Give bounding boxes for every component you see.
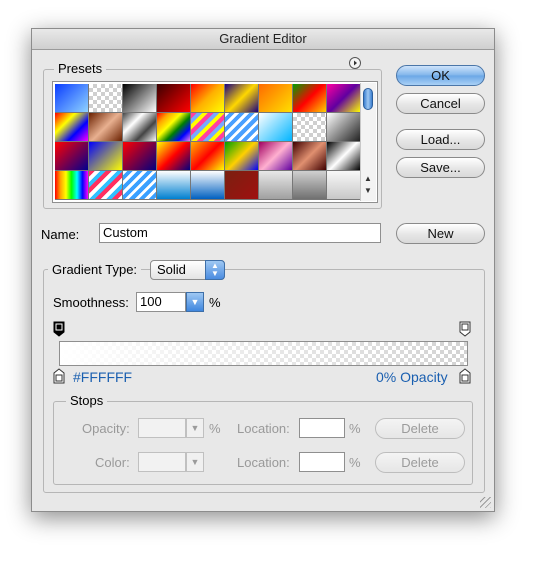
- name-field[interactable]: Custom: [99, 223, 381, 243]
- preset-swatch[interactable]: [293, 84, 327, 113]
- end-opacity-label: 0% Opacity: [376, 369, 448, 385]
- preset-swatch[interactable]: [123, 142, 157, 171]
- preset-swatch[interactable]: [191, 171, 225, 200]
- color-location-label: Location:: [237, 455, 290, 470]
- preset-swatch[interactable]: [191, 142, 225, 171]
- preset-swatch[interactable]: [293, 113, 327, 142]
- ok-button[interactable]: OK: [396, 65, 485, 86]
- preset-swatch[interactable]: [191, 84, 225, 113]
- color-stop-right-icon[interactable]: [459, 368, 471, 384]
- new-button[interactable]: New: [396, 223, 485, 244]
- preset-swatch[interactable]: [259, 171, 293, 200]
- preset-swatch[interactable]: [327, 171, 361, 200]
- preset-swatch[interactable]: [157, 113, 191, 142]
- opacity-location-unit: %: [349, 421, 361, 436]
- preset-swatch[interactable]: [55, 84, 89, 113]
- resize-grip-icon[interactable]: [480, 497, 491, 508]
- preset-swatch[interactable]: [191, 113, 225, 142]
- preset-swatch[interactable]: [89, 142, 123, 171]
- preset-swatch[interactable]: [55, 171, 89, 200]
- preset-swatch[interactable]: [123, 113, 157, 142]
- color-stop-left-icon[interactable]: [53, 368, 65, 384]
- presets-legend: Presets: [54, 61, 107, 76]
- start-color-label: #FFFFFF: [73, 369, 133, 385]
- preset-swatch[interactable]: [293, 171, 327, 200]
- opacity-unit: %: [209, 421, 221, 436]
- opacity-field[interactable]: [138, 418, 186, 438]
- opacity-stop-right-icon[interactable]: [459, 321, 471, 337]
- circle-arrow-right-icon[interactable]: [349, 57, 361, 69]
- opacity-label: Opacity:: [82, 421, 130, 436]
- color-dropdown-arrow-icon[interactable]: ▼: [186, 452, 204, 472]
- load-button[interactable]: Load...: [396, 129, 485, 150]
- preset-swatch[interactable]: [259, 113, 293, 142]
- scroll-up-arrow-icon[interactable]: ▲: [364, 175, 372, 183]
- opacity-dropdown-arrow-icon[interactable]: ▼: [186, 418, 204, 438]
- smoothness-unit: %: [209, 295, 221, 310]
- preset-swatch[interactable]: [225, 84, 259, 113]
- smoothness-label: Smoothness:: [53, 295, 129, 310]
- preset-swatch[interactable]: [157, 84, 191, 113]
- preset-swatch[interactable]: [123, 84, 157, 113]
- scrollbar-thumb[interactable]: [363, 88, 373, 110]
- preset-swatch[interactable]: [157, 142, 191, 171]
- scroll-down-arrow-icon[interactable]: ▼: [364, 187, 372, 195]
- preset-swatch[interactable]: [89, 84, 123, 113]
- preset-swatch[interactable]: [225, 113, 259, 142]
- preset-swatch[interactable]: [259, 84, 293, 113]
- cancel-button[interactable]: Cancel: [396, 93, 485, 114]
- preset-swatch[interactable]: [55, 142, 89, 171]
- preset-swatch[interactable]: [89, 171, 123, 200]
- window-title: Gradient Editor: [32, 29, 494, 50]
- preset-swatch[interactable]: [89, 113, 123, 142]
- preset-swatch[interactable]: [327, 84, 361, 113]
- smoothness-field[interactable]: 100: [136, 292, 186, 312]
- gradient-type-select[interactable]: Solid ▲ ▼: [150, 260, 225, 280]
- preset-swatch[interactable]: [327, 113, 361, 142]
- updown-arrows-icon: ▲ ▼: [205, 260, 225, 280]
- smoothness-dropdown-arrow-icon[interactable]: ▼: [186, 292, 204, 312]
- stops-legend: Stops: [66, 393, 108, 408]
- color-label: Color:: [95, 455, 130, 470]
- presets-scrollbar[interactable]: ▲ ▼: [360, 83, 376, 201]
- gradient-type-value: Solid: [157, 262, 186, 277]
- color-location-unit: %: [349, 455, 361, 470]
- preset-swatch[interactable]: [225, 142, 259, 171]
- opacity-stop-left-icon[interactable]: [53, 321, 65, 337]
- preset-swatch[interactable]: [55, 113, 89, 142]
- preset-swatch[interactable]: [293, 142, 327, 171]
- preset-swatch[interactable]: [327, 142, 361, 171]
- preset-swatch[interactable]: [225, 171, 259, 200]
- preset-swatch[interactable]: [259, 142, 293, 171]
- opacity-location-field[interactable]: [299, 418, 345, 438]
- gradient-editor-window: Gradient Editor Presets ▲ ▼ OK Cancel Lo…: [31, 28, 495, 512]
- color-delete-button[interactable]: Delete: [375, 452, 465, 473]
- preset-swatch[interactable]: [157, 171, 191, 200]
- gradient-preview-bar[interactable]: [59, 341, 468, 366]
- preset-swatch-grid: [55, 84, 361, 200]
- opacity-location-label: Location:: [237, 421, 290, 436]
- name-label: Name:: [41, 227, 80, 242]
- gradient-type-label: Gradient Type:: [48, 262, 142, 277]
- color-location-field[interactable]: [299, 452, 345, 472]
- color-swatch-field[interactable]: [138, 452, 186, 472]
- preset-swatch[interactable]: [123, 171, 157, 200]
- save-button[interactable]: Save...: [396, 157, 485, 178]
- presets-list[interactable]: ▲ ▼: [52, 81, 378, 203]
- opacity-delete-button[interactable]: Delete: [375, 418, 465, 439]
